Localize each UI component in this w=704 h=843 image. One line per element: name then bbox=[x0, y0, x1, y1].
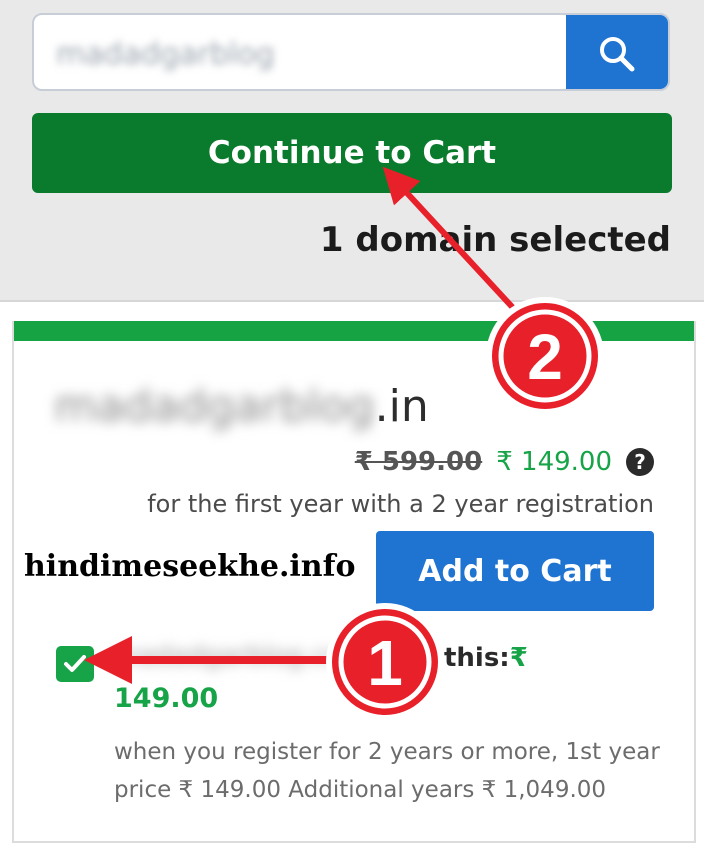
search-input[interactable] bbox=[54, 35, 458, 73]
domain-result-card: madadgarblog.in ₹ 599.00 ₹ 149.00 ? for … bbox=[12, 321, 696, 843]
search-button[interactable] bbox=[566, 15, 668, 89]
new-price: ₹ 149.00 bbox=[496, 447, 612, 477]
offer-price: 149.00 bbox=[114, 683, 219, 714]
domain-extension: .in bbox=[374, 381, 429, 432]
price-row: ₹ 599.00 ₹ 149.00 ? bbox=[355, 447, 654, 477]
domains-selected-count: 1 domain selected bbox=[319, 220, 671, 260]
domain-name-blurred: madadgarblog bbox=[54, 381, 375, 432]
continue-to-cart-button[interactable]: Continue to Cart bbox=[32, 113, 672, 193]
search-panel: Continue to Cart 1 domain selected bbox=[0, 0, 704, 302]
domain-name: madadgarblog.in bbox=[54, 381, 429, 432]
search-icon bbox=[600, 37, 635, 72]
card-accent-bar bbox=[14, 321, 694, 341]
offer-checkbox[interactable] bbox=[56, 646, 94, 682]
offer-domain-blurred: madadgarblog.com bbox=[114, 641, 368, 671]
offer-label: l this:₹ bbox=[426, 643, 528, 673]
offer-currency: ₹ bbox=[509, 643, 528, 673]
offer-label-text: l this: bbox=[426, 643, 510, 673]
price-note: for the first year with a 2 year registr… bbox=[147, 490, 654, 518]
checkmark-icon bbox=[64, 655, 86, 672]
help-icon[interactable]: ? bbox=[626, 448, 654, 476]
old-price: ₹ 599.00 bbox=[354, 447, 483, 477]
watermark-text: hindimeseekhe.info bbox=[24, 549, 356, 584]
search-box bbox=[32, 13, 670, 91]
add-to-cart-button[interactable]: Add to Cart bbox=[376, 531, 654, 611]
offer-description: when you register for 2 years or more, 1… bbox=[114, 739, 660, 803]
